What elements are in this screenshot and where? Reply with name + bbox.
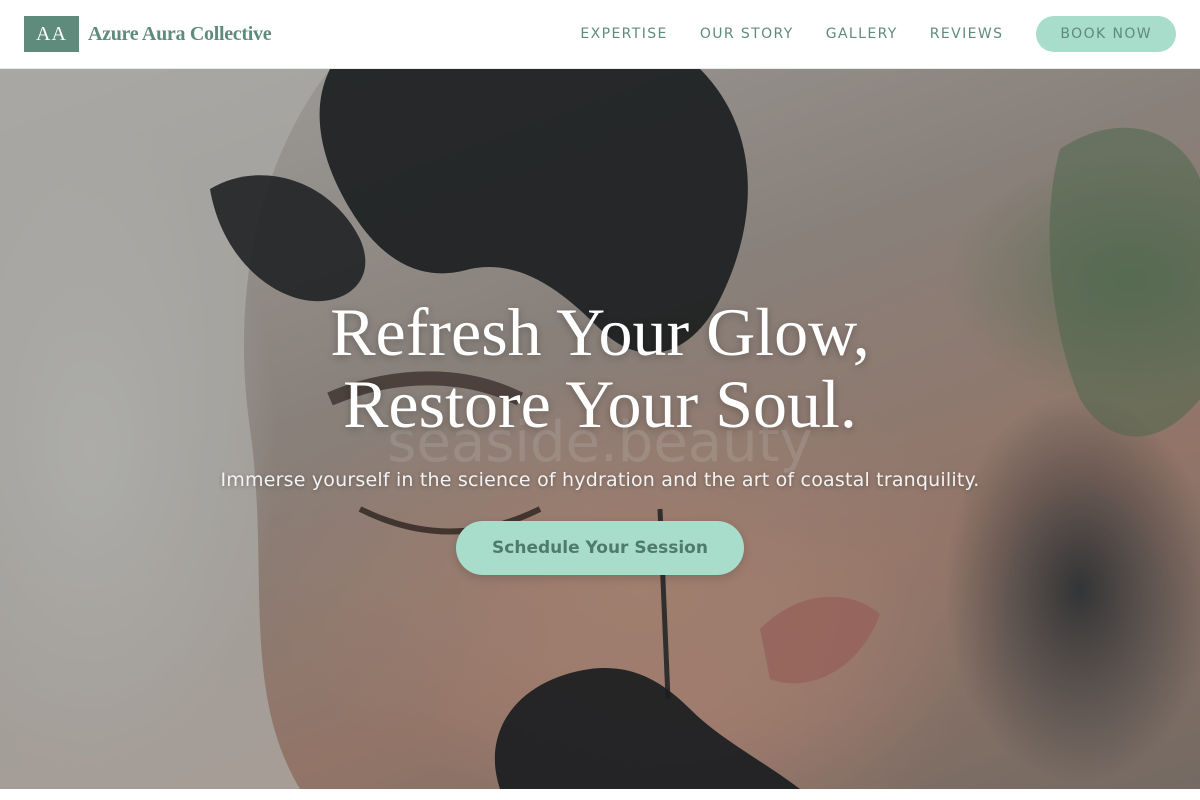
main-nav: EXPERTISE OUR STORY GALLERY REVIEWS BOOK… <box>580 16 1176 52</box>
brand-name[interactable]: Azure Aura Collective <box>88 23 272 46</box>
logo-mark[interactable]: AA <box>24 16 79 52</box>
page-bottom-strip <box>0 789 1200 800</box>
schedule-session-button[interactable]: Schedule Your Session <box>456 521 744 575</box>
hero-title: Refresh Your Glow, Restore Your Soul. <box>330 296 870 440</box>
book-now-button[interactable]: BOOK NOW <box>1036 16 1176 52</box>
hero-section: seaside.beauty Refresh Your Glow, Restor… <box>0 69 1200 789</box>
nav-link-gallery[interactable]: GALLERY <box>826 26 898 42</box>
hero-title-line-2: Restore Your Soul. <box>343 366 857 442</box>
nav-link-expertise[interactable]: EXPERTISE <box>580 26 667 42</box>
nav-link-our-story[interactable]: OUR STORY <box>700 26 794 42</box>
hero-subtitle: Immerse yourself in the science of hydra… <box>220 469 980 491</box>
nav-link-reviews[interactable]: REVIEWS <box>930 26 1004 42</box>
hero-title-line-1: Refresh Your Glow, <box>330 294 870 370</box>
hero-content: Refresh Your Glow, Restore Your Soul. Im… <box>0 69 1200 789</box>
site-header: AA Azure Aura Collective EXPERTISE OUR S… <box>0 0 1200 69</box>
brand[interactable]: AA Azure Aura Collective <box>24 16 272 52</box>
